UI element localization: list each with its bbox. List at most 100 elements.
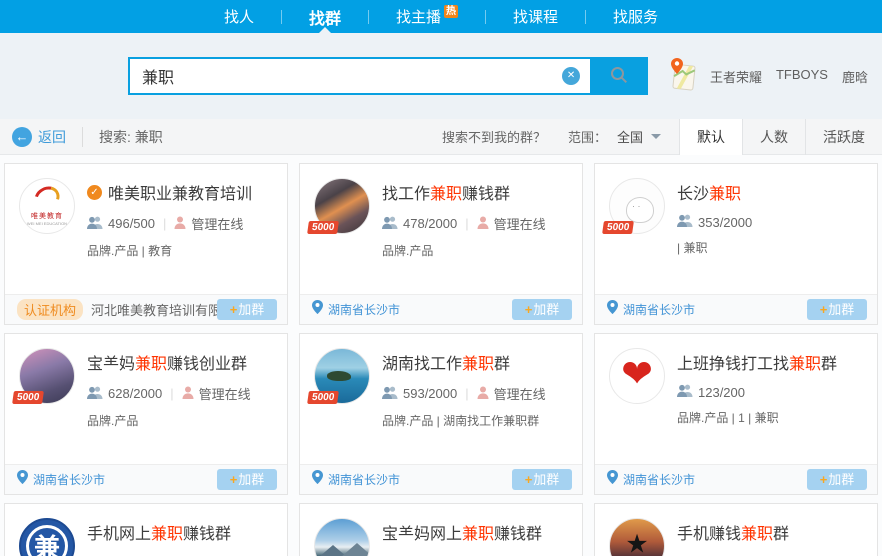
- cert-org-badge: 认证机构: [17, 299, 83, 320]
- group-avatar-image: [314, 518, 370, 556]
- clear-search-icon[interactable]: ✕: [562, 67, 580, 85]
- group-title[interactable]: 湖南找工作兼职群: [382, 350, 510, 374]
- scope-dropdown[interactable]: 全国: [617, 127, 661, 146]
- group-title-part: 兼职: [462, 356, 494, 373]
- map-location-icon[interactable]: [668, 57, 696, 96]
- hot-search-word[interactable]: TFBOYS: [776, 67, 828, 86]
- location-label: 湖南省长沙市: [623, 301, 695, 318]
- nav-tab[interactable]: 找人: [197, 0, 281, 33]
- hot-search-word[interactable]: 鹿晗: [842, 67, 868, 86]
- group-tags: 品牌.产品 | 教育: [87, 242, 252, 259]
- join-label: 加群: [238, 472, 264, 487]
- join-group-button[interactable]: +加群: [807, 299, 867, 320]
- location-pin-icon: [312, 470, 328, 489]
- back-arrow-icon: ←: [12, 127, 32, 147]
- group-location[interactable]: 湖南省长沙市: [607, 300, 695, 319]
- group-avatar[interactable]: 5000: [19, 348, 75, 404]
- members-icon: [382, 216, 403, 232]
- cant-find-group-link[interactable]: 搜索不到我的群？: [442, 127, 546, 146]
- group-avatar[interactable]: 兼: [19, 518, 75, 556]
- group-title-part: 群: [821, 356, 837, 373]
- sort-tab[interactable]: 活跃度: [805, 119, 882, 155]
- join-label: 加群: [533, 472, 559, 487]
- group-card: 手机赚钱兼职群 387/2000 |: [594, 503, 878, 556]
- group-avatar[interactable]: 唯美教育WEI MEI EDUCATION: [19, 178, 75, 234]
- group-title-part: 兼职: [709, 186, 741, 203]
- group-avatar[interactable]: 5000: [314, 178, 370, 234]
- plus-icon: +: [525, 472, 533, 487]
- admin-online-icon: [174, 216, 191, 232]
- group-tags: 品牌.产品 | 1 | 兼职: [677, 409, 837, 426]
- join-label: 加群: [828, 302, 854, 317]
- sort-tab[interactable]: 默认: [679, 119, 742, 155]
- group-title[interactable]: 上班挣钱打工找兼职群: [677, 350, 837, 374]
- join-group-button[interactable]: +加群: [217, 299, 277, 320]
- search-button[interactable]: [590, 57, 648, 95]
- group-title[interactable]: 手机赚钱兼职群: [677, 520, 789, 544]
- group-location[interactable]: 湖南省长沙市: [312, 300, 400, 319]
- plus-icon: +: [525, 302, 533, 317]
- group-title-part: 群: [494, 356, 510, 373]
- cert-company-name: 河北唯美教育培训有限公司: [91, 300, 217, 319]
- capacity-5000-badge: 5000: [307, 391, 339, 404]
- group-card: 5000 长沙兼职 353/2000: [594, 163, 878, 325]
- join-group-button[interactable]: +加群: [217, 469, 277, 490]
- group-title[interactable]: 唯美职业兼教育培训: [108, 180, 252, 204]
- group-card: 5000 湖南找工作兼职群 593/20: [299, 333, 583, 495]
- join-group-button[interactable]: +加群: [807, 469, 867, 490]
- back-button[interactable]: ← 返回: [12, 127, 66, 147]
- group-title-part: 唯美职业兼教育培训: [108, 186, 252, 203]
- group-tags: | 兼职: [677, 239, 752, 256]
- group-title-part: 群: [773, 526, 789, 543]
- join-group-button[interactable]: +加群: [512, 299, 572, 320]
- group-avatar[interactable]: [314, 518, 370, 556]
- plus-icon: +: [820, 302, 828, 317]
- nav-tab[interactable]: 找主播 热: [369, 0, 485, 33]
- group-avatar-image: [609, 348, 665, 404]
- group-title[interactable]: 宝⺷妈网上兼职赚钱群: [382, 520, 542, 544]
- group-avatar-image: [609, 518, 665, 556]
- group-title-part: 找工作: [382, 186, 430, 203]
- members-icon: [677, 214, 698, 230]
- group-title-part: 兼职: [135, 356, 167, 373]
- group-title-part: 上班挣钱打工找: [677, 356, 789, 373]
- members-icon: [382, 386, 403, 402]
- sort-tab[interactable]: 人数: [742, 119, 805, 155]
- nav-tab[interactable]: 找服务: [586, 0, 685, 33]
- group-title-part: 手机赚钱: [677, 526, 741, 543]
- group-location[interactable]: 湖南省长沙市: [17, 470, 105, 489]
- meta-divider: |: [163, 216, 166, 231]
- location-pin-icon: [607, 470, 623, 489]
- group-avatar[interactable]: 5000: [314, 348, 370, 404]
- group-avatar[interactable]: 5000: [609, 178, 665, 234]
- admin-online-icon: [477, 386, 494, 402]
- search-input[interactable]: [128, 57, 590, 95]
- capacity-5000-badge: 5000: [12, 391, 44, 404]
- card-footer: 湖南省长沙市 +加群: [300, 464, 582, 494]
- card-footer: 湖南省长沙市 +加群: [300, 294, 582, 324]
- group-avatar[interactable]: [609, 518, 665, 556]
- group-title-part: 兼职: [462, 526, 494, 543]
- nav-tab[interactable]: 找课程: [486, 0, 585, 33]
- group-location[interactable]: 湖南省长沙市: [312, 470, 400, 489]
- join-group-button[interactable]: +加群: [512, 469, 572, 490]
- location-label: 湖南省长沙市: [328, 471, 400, 488]
- search-header: ✕ 王者荣耀 TFBOYS 鹿晗: [0, 33, 882, 119]
- member-count: 123/200: [698, 385, 745, 400]
- group-avatar[interactable]: [609, 348, 665, 404]
- group-tags: 品牌.产品: [382, 242, 546, 259]
- nav-tab-label: 找群: [309, 5, 341, 29]
- group-title[interactable]: 长沙兼职: [677, 180, 741, 204]
- group-location[interactable]: 湖南省长沙市: [607, 470, 695, 489]
- members-icon: [87, 386, 108, 402]
- toolbar-divider: [82, 127, 83, 147]
- group-title-part: 兼职: [741, 526, 773, 543]
- hot-search-word[interactable]: 王者荣耀: [710, 67, 762, 86]
- group-title[interactable]: 宝⺷妈兼职赚钱创业群: [87, 350, 247, 374]
- nav-tab[interactable]: 找群: [282, 0, 368, 33]
- group-title-part: 赚钱群: [183, 526, 231, 543]
- group-avatar-image: 唯美教育WEI MEI EDUCATION: [19, 178, 75, 234]
- group-title-part: 湖南找工作: [382, 356, 462, 373]
- group-title[interactable]: 手机网上兼职赚钱群: [87, 520, 231, 544]
- group-title[interactable]: 找工作兼职赚钱群: [382, 180, 510, 204]
